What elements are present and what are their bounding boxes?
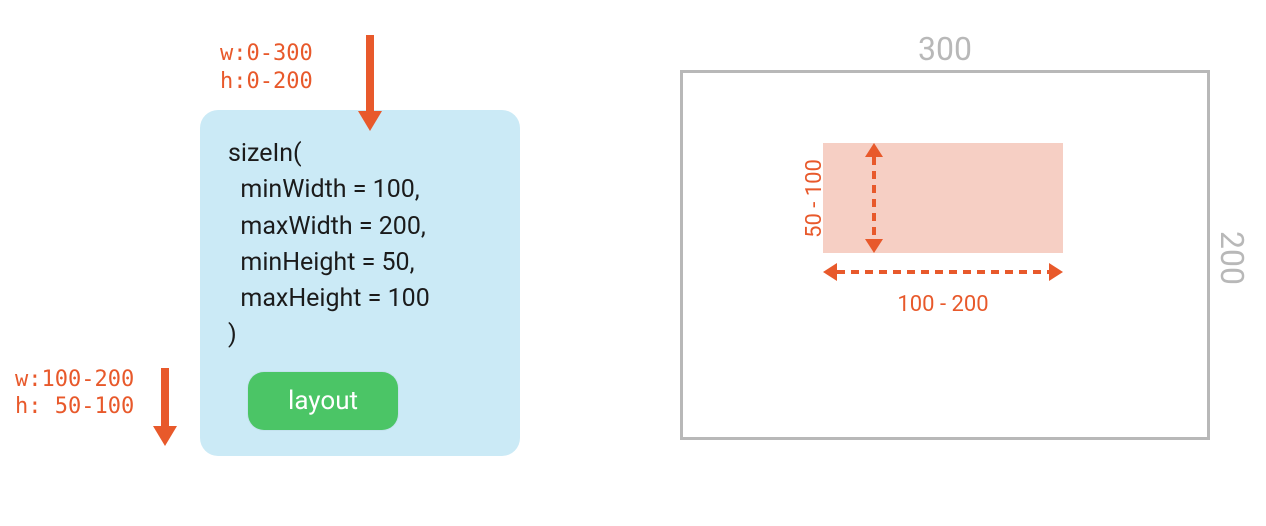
layout-child-button: layout: [248, 372, 398, 430]
horizontal-range-text: 100 - 200: [823, 292, 1063, 317]
diagram-section: 300 200 50 - 100: [680, 30, 1210, 440]
incoming-height-text: h:0-200: [220, 68, 313, 96]
outer-width-label: 300: [680, 30, 1210, 68]
sizein-code-card: sizeIn( minWidth = 100, maxWidth = 200, …: [200, 110, 520, 456]
outer-height-text: 200: [1213, 231, 1251, 285]
outer-constraint-box: 200 50 - 100: [680, 70, 1210, 440]
layout-child-label: layout: [288, 386, 358, 416]
outer-height-label: 200: [1205, 73, 1259, 443]
arrow-down-incoming-icon: [355, 35, 385, 131]
outgoing-width-text: w:100-200: [15, 366, 134, 394]
vertical-dimension: 50 - 100: [775, 143, 888, 253]
arrow-down-outgoing-icon: [150, 368, 180, 446]
code-section: w:0-300 h:0-200 sizeIn( minWidth = 100, …: [120, 30, 520, 456]
vertical-dashed-arrow-icon: [860, 143, 888, 253]
horizontal-dashed-arrow-icon: [823, 258, 1063, 286]
vertical-range-text: 50 - 100: [802, 159, 827, 238]
horizontal-dimension: 100 - 200: [823, 258, 1063, 317]
sizein-code-text: sizeIn( minWidth = 100, maxWidth = 200, …: [228, 136, 492, 354]
incoming-width-text: w:0-300: [220, 40, 313, 68]
outgoing-constraints-label: w:100-200 h: 50-100: [15, 366, 134, 421]
incoming-constraints-label: w:0-300 h:0-200: [220, 40, 313, 95]
outgoing-height-text: h: 50-100: [15, 393, 134, 421]
